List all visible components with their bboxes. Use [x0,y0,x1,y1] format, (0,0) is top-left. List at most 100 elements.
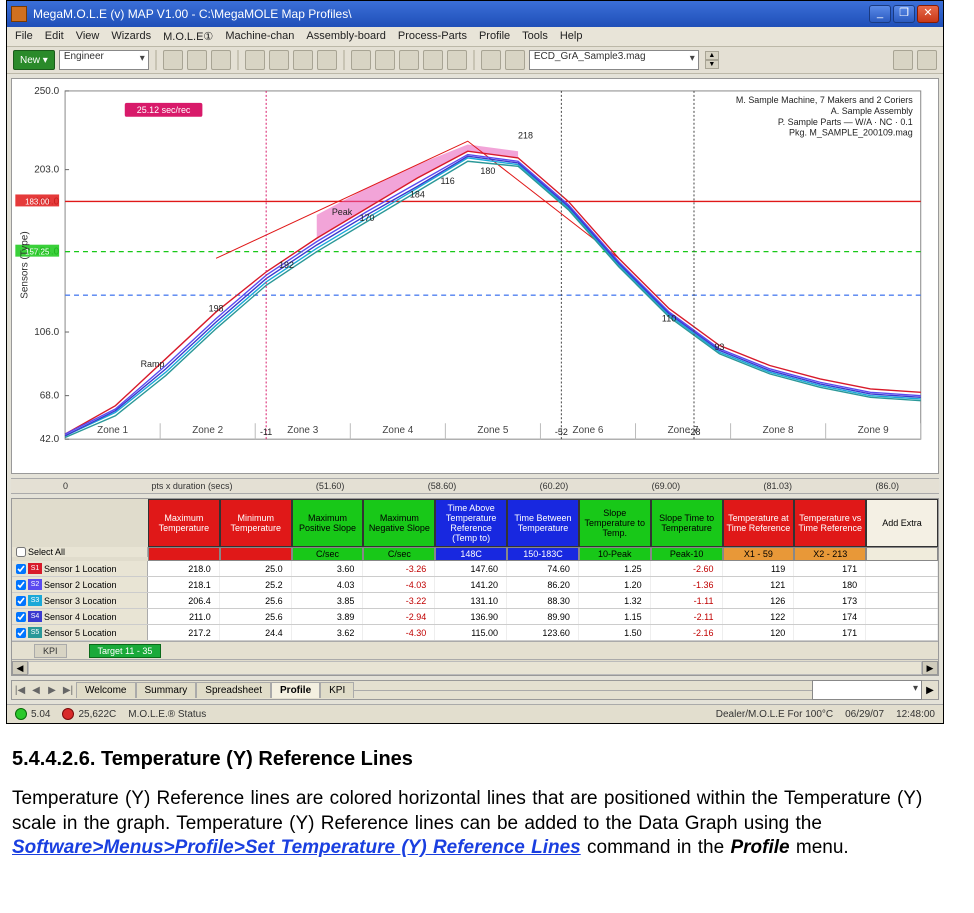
table-row[interactable]: S2Sensor 2 Location218.125.24.03-4.03141… [12,577,938,593]
sheet-tab-kpi[interactable]: KPI [320,682,354,698]
tool-icon[interactable] [447,50,467,70]
unit-cell [148,547,220,561]
tool-icon[interactable] [293,50,313,70]
tool-icon[interactable] [245,50,265,70]
column-header[interactable]: Slope Time to Temperature [651,499,723,547]
row-label[interactable]: S5Sensor 5 Location [12,625,148,640]
row-checkbox[interactable] [16,612,26,622]
menu-wizards[interactable]: Wizards [111,30,151,43]
kpi-tab[interactable]: KPI [34,644,67,658]
cell: 131.10 [435,593,507,608]
row-label[interactable]: S3Sensor 3 Location [12,593,148,608]
tool-icon[interactable] [211,50,231,70]
column-header[interactable]: Maximum Negative Slope [363,499,435,547]
tool-icon[interactable] [505,50,525,70]
tool-icon[interactable] [423,50,443,70]
svg-text:Zone 6: Zone 6 [573,425,604,436]
table-row[interactable]: S4Sensor 4 Location211.025.63.89-2.94136… [12,609,938,625]
menu-process[interactable]: Process-Parts [398,30,467,43]
sheet-tab-profile[interactable]: Profile [271,682,320,698]
menu-help[interactable]: Help [560,30,583,43]
tool-icon[interactable] [917,50,937,70]
menu-edit[interactable]: Edit [45,30,64,43]
column-header[interactable]: Temperature at Time Reference [723,499,795,547]
tool-icon[interactable] [893,50,913,70]
status-bar: 5.04 25,622C M.O.L.E.® Status Dealer/M.O… [7,704,943,723]
kpi-table: Maximum TemperatureMinimum TemperatureMa… [11,498,939,676]
row-checkbox[interactable] [16,596,26,606]
table-row[interactable]: S1Sensor 1 Location218.025.03.60-3.26147… [12,561,938,577]
row-checkbox[interactable] [16,564,26,574]
sensor-swatch: S5 [28,627,42,638]
engineer-combo[interactable]: Engineer [59,50,149,70]
menu-assembly[interactable]: Assembly-board [306,30,385,43]
select-all-row[interactable]: Select All [12,547,148,557]
sensor-swatch: S4 [28,611,42,622]
profile-file-combo[interactable]: ECD_GrA_Sample3.mag [529,50,699,70]
target-tab[interactable]: Target 11 - 35 [89,644,162,658]
row-label[interactable]: S2Sensor 2 Location [12,577,148,592]
column-header[interactable]: Add Extra [866,499,938,547]
status-value: 5.04 [31,709,50,720]
tool-icon[interactable] [375,50,395,70]
cell: 115.00 [435,625,507,640]
tool-icon[interactable] [481,50,501,70]
column-header[interactable]: Time Between Temperature [507,499,579,547]
column-header[interactable]: Maximum Positive Slope [292,499,364,547]
sheet-selector[interactable] [812,680,922,700]
table-row[interactable]: S3Sensor 3 Location206.425.63.85-3.22131… [12,593,938,609]
menu-file[interactable]: File [15,30,33,43]
row-checkbox[interactable] [16,580,26,590]
menu-profile[interactable]: Profile [479,30,510,43]
tool-icon[interactable] [399,50,419,70]
tool-icon[interactable] [351,50,371,70]
scroll-right-icon[interactable]: ▶ [922,685,938,696]
cell: 173 [794,593,866,608]
row-label[interactable]: S4Sensor 4 Location [12,609,148,624]
body-text: Temperature (Y) Reference lines are colo… [12,788,922,834]
cell: 88.30 [507,593,579,608]
menu-tools[interactable]: Tools [522,30,548,43]
row-label[interactable]: S1Sensor 1 Location [12,561,148,576]
column-header[interactable]: Slope Temperature to Temp. [579,499,651,547]
column-header[interactable]: Maximum Temperature [148,499,220,547]
tool-icon[interactable] [187,50,207,70]
table-row[interactable]: S5Sensor 5 Location217.224.43.62-4.30115… [12,625,938,641]
cell: 119 [723,561,795,576]
column-header[interactable]: Time Above Temperature Reference (Temp t… [435,499,507,547]
sheet-tab-welcome[interactable]: Welcome [76,682,136,698]
sheet-tab-spreadsheet[interactable]: Spreadsheet [196,682,271,698]
menu-mole[interactable]: M.O.L.E① [163,30,213,43]
tool-icon[interactable] [163,50,183,70]
new-button[interactable]: New ▾ [13,50,55,70]
sheet-tab-summary[interactable]: Summary [136,682,197,698]
column-header[interactable]: Minimum Temperature [220,499,292,547]
software-menus-link[interactable]: Software>Menus>Profile>Set Temperature (… [12,837,581,858]
cell: 180 [794,577,866,592]
tool-icon[interactable] [317,50,337,70]
minimize-button[interactable]: _ [869,5,891,23]
tab-nav-last[interactable]: ▶| [60,685,76,696]
tab-nav-first[interactable]: |◀ [12,685,28,696]
maximize-button[interactable]: ❐ [893,5,915,23]
tool-icon[interactable] [269,50,289,70]
tab-nav-next[interactable]: ▶ [44,685,60,696]
unit-cell: X2 - 213 [794,547,866,561]
menu-machine[interactable]: Machine-chan [225,30,294,43]
column-header[interactable]: Temperature vs Time Reference [794,499,866,547]
file-stepper[interactable]: ▲▼ [705,51,719,69]
grid-scrollbar[interactable]: ◀▶ [12,659,938,675]
select-all-checkbox[interactable] [16,547,26,557]
tab-nav-prev[interactable]: ◀ [28,685,44,696]
data-graph[interactable]: 42.068.0106.0154.0184.0203.0250.0183.001… [11,78,939,474]
svg-text:Zone 5: Zone 5 [477,425,508,436]
cell: 24.4 [220,625,292,640]
close-button[interactable]: ✕ [917,5,939,23]
svg-text:Zone 9: Zone 9 [858,425,889,436]
cell: 136.90 [435,609,507,624]
svg-text:198: 198 [209,303,224,313]
cell: -1.36 [651,577,723,592]
row-checkbox[interactable] [16,628,26,638]
menu-view[interactable]: View [76,30,100,43]
svg-text:Zone 1: Zone 1 [97,425,128,436]
